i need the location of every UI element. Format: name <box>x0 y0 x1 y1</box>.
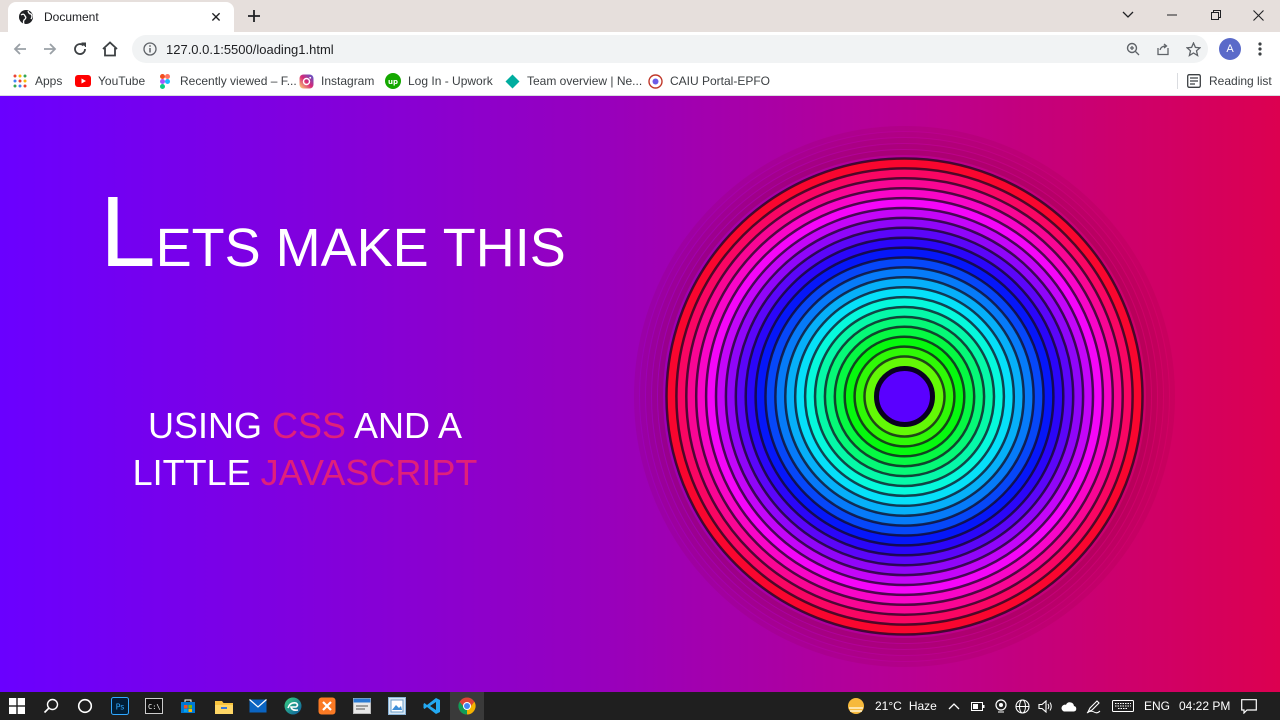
bookmark-label: YouTube <box>98 74 146 88</box>
onedrive-cloud-icon[interactable] <box>1060 692 1077 720</box>
bookmarks-separator <box>1177 73 1178 89</box>
close-window-icon[interactable] <box>1236 0 1280 30</box>
sun-haze-icon <box>846 696 866 716</box>
bookmark-label: CAIU Portal-EPFO <box>670 74 771 88</box>
edge-icon[interactable] <box>276 692 310 720</box>
new-tab-button[interactable] <box>244 6 264 26</box>
photoshop-icon[interactable]: Ps <box>103 692 137 720</box>
profile-avatar[interactable]: A <box>1219 38 1241 60</box>
browser-tab[interactable]: Document ✕ <box>8 2 234 32</box>
zoom-icon[interactable] <box>1118 35 1148 63</box>
upwork-icon: up <box>385 73 401 89</box>
notifications-icon[interactable] <box>1241 692 1257 720</box>
weather-temp: 21°C <box>875 699 902 713</box>
language-indicator[interactable]: ENG <box>1144 692 1170 720</box>
reload-icon[interactable] <box>68 37 92 61</box>
rainbow-rings-animation <box>634 126 1175 667</box>
reading-list-label: Reading list <box>1209 74 1272 88</box>
svg-text:up: up <box>388 78 398 86</box>
subline-row-2: LITTLE JAVASCRIPT <box>100 449 510 496</box>
clock-time[interactable]: 04:22 PM <box>1179 692 1230 720</box>
volume-icon[interactable] <box>1038 692 1053 720</box>
bookmark-upwork[interactable]: up Log In - Upwork <box>385 71 493 91</box>
bookmark-apps[interactable]: Apps <box>12 71 62 91</box>
bookmark-instagram[interactable]: Instagram <box>298 71 374 91</box>
webcam-icon[interactable] <box>994 692 1008 720</box>
figma-icon <box>157 73 173 89</box>
vscode-icon[interactable] <box>415 692 449 720</box>
restore-icon[interactable] <box>1194 0 1238 30</box>
taskbar-search-icon[interactable] <box>34 692 68 720</box>
bookmark-caiu-portal[interactable]: CAIU Portal-EPFO <box>647 71 770 91</box>
forward-arrow-icon[interactable] <box>38 37 62 61</box>
home-icon[interactable] <box>98 37 122 61</box>
bookmark-label: Team overview | Ne... <box>527 74 643 88</box>
keyboard-icon[interactable] <box>1112 692 1134 720</box>
bookmark-team-overview[interactable]: Team overview | Ne... <box>504 71 642 91</box>
instagram-icon <box>298 73 314 89</box>
tab-search-icon[interactable] <box>1106 0 1150 30</box>
site-info-icon[interactable] <box>142 41 158 57</box>
mail-icon[interactable] <box>241 692 275 720</box>
store-icon[interactable] <box>171 692 205 720</box>
svg-text:Ps: Ps <box>116 703 125 712</box>
terminal-icon[interactable]: C:\ <box>137 692 171 720</box>
svg-text:C:\: C:\ <box>148 703 161 711</box>
bookmarks-bar: Apps YouTube Recently viewed – F... Inst… <box>0 66 1280 96</box>
reading-list-icon <box>1186 73 1202 89</box>
globe-icon <box>18 9 34 25</box>
tab-title: Document <box>44 10 99 24</box>
tab-strip: Document ✕ <box>0 0 1280 32</box>
bookmark-figma[interactable]: Recently viewed – F... <box>157 71 297 91</box>
subline-little: LITTLE <box>132 452 261 493</box>
xampp-icon[interactable] <box>310 692 344 720</box>
page-headline: LETS MAKE THIS <box>100 182 566 282</box>
file-explorer-icon[interactable] <box>207 692 241 720</box>
subline-css: CSS <box>271 405 346 446</box>
epfo-icon <box>647 73 663 89</box>
minimize-icon[interactable] <box>1150 0 1194 30</box>
subline-using: USING <box>147 405 272 446</box>
weather-widget[interactable]: 21°C Haze <box>846 692 937 720</box>
back-arrow-icon[interactable] <box>8 37 32 61</box>
ring-core <box>874 366 935 427</box>
bookmark-label: Instagram <box>321 74 375 88</box>
bookmark-label: Recently viewed – F... <box>180 74 297 88</box>
subline-and: AND A <box>345 405 463 446</box>
bookmark-star-icon[interactable] <box>1178 35 1208 63</box>
windows-taskbar: Ps C:\ 21°C Haze ENG 04:22 PM <box>0 692 1280 720</box>
tray-chevron-up-icon[interactable] <box>948 692 960 720</box>
subline-row-1: USING CSS AND A <box>100 402 510 449</box>
address-bar[interactable]: 127.0.0.1:5500/loading1.html <box>132 35 1208 63</box>
bookmark-youtube[interactable]: YouTube <box>75 71 145 91</box>
apps-grid-icon <box>12 73 28 89</box>
share-icon[interactable] <box>1148 35 1178 63</box>
weather-text: Haze <box>908 699 937 713</box>
notepad-window-icon[interactable] <box>345 692 379 720</box>
image-viewer-icon[interactable] <box>380 692 414 720</box>
start-windows-icon[interactable] <box>0 692 34 720</box>
bookmark-label: Apps <box>35 74 63 88</box>
battery-icon[interactable] <box>971 692 985 720</box>
chrome-icon[interactable] <box>450 692 484 720</box>
cortana-icon[interactable] <box>68 692 102 720</box>
headline-rest: ETS MAKE THIS <box>155 218 566 278</box>
subline-javascript: JAVASCRIPT <box>260 452 478 493</box>
diamond-icon <box>504 73 520 89</box>
browser-toolbar: 127.0.0.1:5500/loading1.html A <box>0 32 1280 66</box>
reading-list-button[interactable]: Reading list <box>1186 71 1272 91</box>
headline-first-letter: L <box>100 176 156 288</box>
url-text: 127.0.0.1:5500/loading1.html <box>166 41 334 57</box>
page-viewport: LETS MAKE THIS USING CSS AND A LITTLE JA… <box>0 96 1280 692</box>
bookmark-label: Log In - Upwork <box>408 74 493 88</box>
page-subline: USING CSS AND A LITTLE JAVASCRIPT <box>100 402 510 496</box>
network-globe-icon[interactable] <box>1015 692 1030 720</box>
close-tab-icon[interactable]: ✕ <box>208 9 224 25</box>
youtube-icon <box>75 73 91 89</box>
pen-workspace-icon[interactable] <box>1086 692 1101 720</box>
menu-kebab-icon[interactable] <box>1250 38 1270 60</box>
